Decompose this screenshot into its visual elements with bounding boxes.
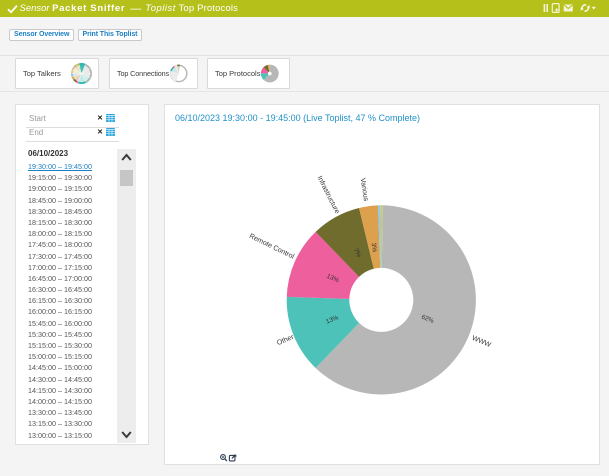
svg-text:3%: 3% <box>370 242 378 252</box>
svg-text:Remote Control: Remote Control <box>248 233 296 261</box>
svg-text:WWW: WWW <box>471 335 492 349</box>
svg-text:Other: Other <box>276 334 295 347</box>
svg-text:Infrastructure: Infrastructure <box>316 175 341 215</box>
svg-text:Various: Various <box>359 178 370 203</box>
